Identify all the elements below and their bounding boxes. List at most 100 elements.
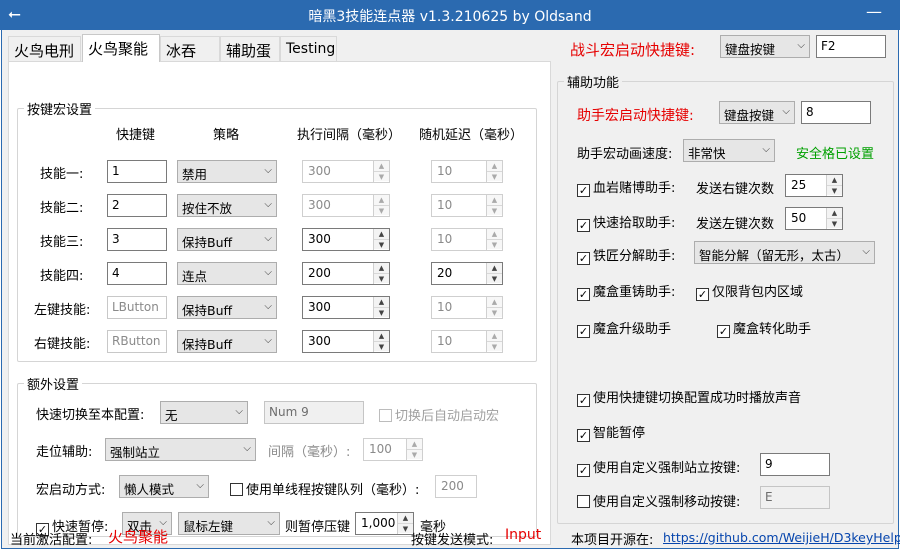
play-sound-checkbox[interactable]: ✓ 使用快捷键切换配置成功时播放声音: [577, 387, 801, 407]
tab-fire-electro[interactable]: 火鸟电刑: [8, 36, 81, 61]
spin-up-icon[interactable]: ▲: [487, 229, 502, 239]
smart-pause-checkbox[interactable]: ✓ 智能暂停: [577, 422, 645, 442]
skill-delay-spinner[interactable]: 20 ▲ ▼: [431, 262, 503, 285]
pause-button-select[interactable]: 鼠标左键 ⌵: [178, 512, 280, 535]
spin-up-icon[interactable]: ▲: [827, 175, 842, 185]
tab-testing[interactable]: Testing: [280, 36, 337, 61]
skill-interval-spinner[interactable]: 300 ▲ ▼: [302, 160, 390, 183]
skill-delay-spinner[interactable]: 10 ▲ ▼: [431, 160, 503, 183]
cube-reforge-checkbox[interactable]: ✓ 魔盒重铸助手:: [577, 281, 675, 301]
skill-key-input[interactable]: 3: [107, 228, 167, 251]
skill-strategy-select[interactable]: 连点 ⌵: [177, 262, 277, 285]
single-queue-checkbox[interactable]: 使用单线程按键队列（毫秒）:: [230, 479, 419, 498]
spin-down-icon[interactable]: ▼: [487, 205, 502, 215]
walk-assist-select[interactable]: 强制站立 ⌵: [105, 438, 256, 461]
spin-up-icon[interactable]: ▲: [374, 297, 389, 307]
spin-down-icon[interactable]: ▼: [374, 307, 389, 317]
helper-hotkey-label: 助手宏启动快捷键:: [577, 108, 694, 124]
switch-config-select[interactable]: 无 ⌵: [160, 401, 248, 424]
spin-down-icon[interactable]: ▼: [374, 171, 389, 181]
skill-strategy-select[interactable]: 保持Buff ⌵: [177, 330, 277, 353]
skill-delay-spinner[interactable]: 10 ▲ ▼: [431, 330, 503, 353]
spin-up-icon[interactable]: ▲: [407, 439, 422, 449]
spin-up-icon[interactable]: ▲: [374, 195, 389, 205]
quick-pick-checkbox[interactable]: ✓ 快速拾取助手:: [577, 212, 675, 232]
queue-spinner[interactable]: 200: [435, 475, 477, 498]
skill-strategy-select[interactable]: 按住不放 ⌵: [177, 194, 277, 217]
skill-interval-spinner[interactable]: 300 ▲ ▼: [302, 194, 390, 217]
spin-up-icon[interactable]: ▲: [487, 161, 502, 171]
skill-key-input[interactable]: RButton: [107, 330, 167, 353]
spin-down-icon[interactable]: ▼: [374, 205, 389, 215]
chevron-down-icon: ⌵: [196, 480, 204, 491]
spin-down-icon[interactable]: ▼: [374, 273, 389, 283]
spin-up-icon[interactable]: ▲: [487, 263, 502, 273]
spin-up-icon[interactable]: ▲: [487, 331, 502, 341]
custom-stand-checkbox[interactable]: ✓ 使用自定义强制站立按键:: [577, 457, 740, 477]
github-link[interactable]: https://github.com/WeijieH/D3keyHelper: [663, 530, 900, 545]
custom-move-checkbox[interactable]: 使用自定义强制移动按键:: [577, 491, 740, 510]
right-click-count-label: 发送右键次数: [696, 182, 775, 197]
spin-down-icon[interactable]: ▼: [407, 449, 422, 459]
spin-down-icon[interactable]: ▼: [487, 307, 502, 317]
custom-stand-input[interactable]: 9: [760, 453, 830, 476]
battle-key-input[interactable]: F2: [816, 35, 886, 58]
spin-down-icon[interactable]: ▼: [487, 341, 502, 351]
tab-fire-focus[interactable]: 火鸟聚能: [82, 34, 160, 62]
minimize-icon[interactable]: —: [866, 2, 882, 21]
right-click-spinner[interactable]: 25 ▲ ▼: [785, 174, 843, 197]
active-config-label: 当前激活配置:: [10, 533, 93, 548]
smith-checkbox[interactable]: ✓ 铁匠分解助手:: [577, 245, 675, 265]
spin-down-icon[interactable]: ▼: [827, 218, 842, 228]
skill-key-input[interactable]: 2: [107, 194, 167, 217]
spin-up-icon[interactable]: ▲: [827, 208, 842, 218]
skill-key-input[interactable]: 4: [107, 262, 167, 285]
helper-key-input[interactable]: 8: [801, 101, 871, 124]
skill-interval-spinner[interactable]: 300 ▲ ▼: [302, 330, 390, 353]
battle-hotkey-label: 战斗宏启动快捷键:: [570, 41, 696, 59]
start-mode-select[interactable]: 懒人模式 ⌵: [119, 475, 209, 498]
skill-strategy-select[interactable]: 禁用 ⌵: [177, 160, 277, 183]
spin-up-icon[interactable]: ▲: [398, 513, 413, 523]
skill-key-input[interactable]: LButton: [107, 296, 167, 319]
auto-start-checkbox[interactable]: 切换后自动启动宏: [379, 405, 499, 424]
smith-mode-select[interactable]: 智能分解（留无形，太古） ⌵: [694, 241, 875, 264]
skill-strategy-select[interactable]: 保持Buff ⌵: [177, 228, 277, 251]
spin-down-icon[interactable]: ▼: [827, 185, 842, 195]
spin-down-icon[interactable]: ▼: [487, 171, 502, 181]
spin-up-icon[interactable]: ▲: [374, 263, 389, 273]
spin-down-icon[interactable]: ▼: [487, 273, 502, 283]
skill-delay-spinner[interactable]: 10 ▲ ▼: [431, 228, 503, 251]
tab-support[interactable]: 辅助蛋: [220, 36, 280, 61]
skill-interval-spinner[interactable]: 200 ▲ ▼: [302, 262, 390, 285]
spin-up-icon[interactable]: ▲: [487, 297, 502, 307]
tab-ice[interactable]: 冰吞: [160, 36, 220, 61]
cube-convert-checkbox[interactable]: ✓ 魔盒转化助手: [717, 318, 811, 338]
spin-down-icon[interactable]: ▼: [487, 239, 502, 249]
spin-down-icon[interactable]: ▼: [374, 239, 389, 249]
walk-interval-spinner[interactable]: 100 ▲ ▼: [363, 438, 423, 461]
skill-strategy-select[interactable]: 保持Buff ⌵: [177, 296, 277, 319]
spin-up-icon[interactable]: ▲: [374, 331, 389, 341]
left-click-spinner[interactable]: 50 ▲ ▼: [785, 207, 843, 230]
switch-key-field[interactable]: Num 9: [264, 401, 364, 424]
spin-up-icon[interactable]: ▲: [374, 161, 389, 171]
bag-only-checkbox[interactable]: ✓ 仅限背包内区域: [696, 281, 803, 301]
blood-gamble-checkbox[interactable]: ✓ 血岩赌博助手:: [577, 177, 675, 197]
window-title: 暗黑3技能连点器 v1.3.210625 by Oldsand: [308, 9, 592, 25]
spin-up-icon[interactable]: ▲: [374, 229, 389, 239]
custom-move-input[interactable]: E: [760, 486, 830, 509]
skill-interval-spinner[interactable]: 300 ▲ ▼: [302, 296, 390, 319]
skill-delay-spinner[interactable]: 10 ▲ ▼: [431, 194, 503, 217]
anim-speed-select[interactable]: 非常快 ⌵: [683, 139, 775, 162]
skill-interval-spinner[interactable]: 300 ▲ ▼: [302, 228, 390, 251]
spin-up-icon[interactable]: ▲: [487, 195, 502, 205]
skill-key-input[interactable]: 1: [107, 160, 167, 183]
cube-upgrade-checkbox[interactable]: ✓ 魔盒升级助手: [577, 318, 671, 338]
pause-duration-spinner[interactable]: 1,000 ▲ ▼: [355, 512, 414, 535]
skill-delay-spinner[interactable]: 10 ▲ ▼: [431, 296, 503, 319]
spin-down-icon[interactable]: ▼: [374, 341, 389, 351]
helper-mode-select[interactable]: 键盘按键 ⌵: [719, 101, 795, 124]
battle-mode-select[interactable]: 键盘按键 ⌵: [720, 35, 810, 58]
chevron-down-icon: ⌵: [782, 106, 790, 117]
